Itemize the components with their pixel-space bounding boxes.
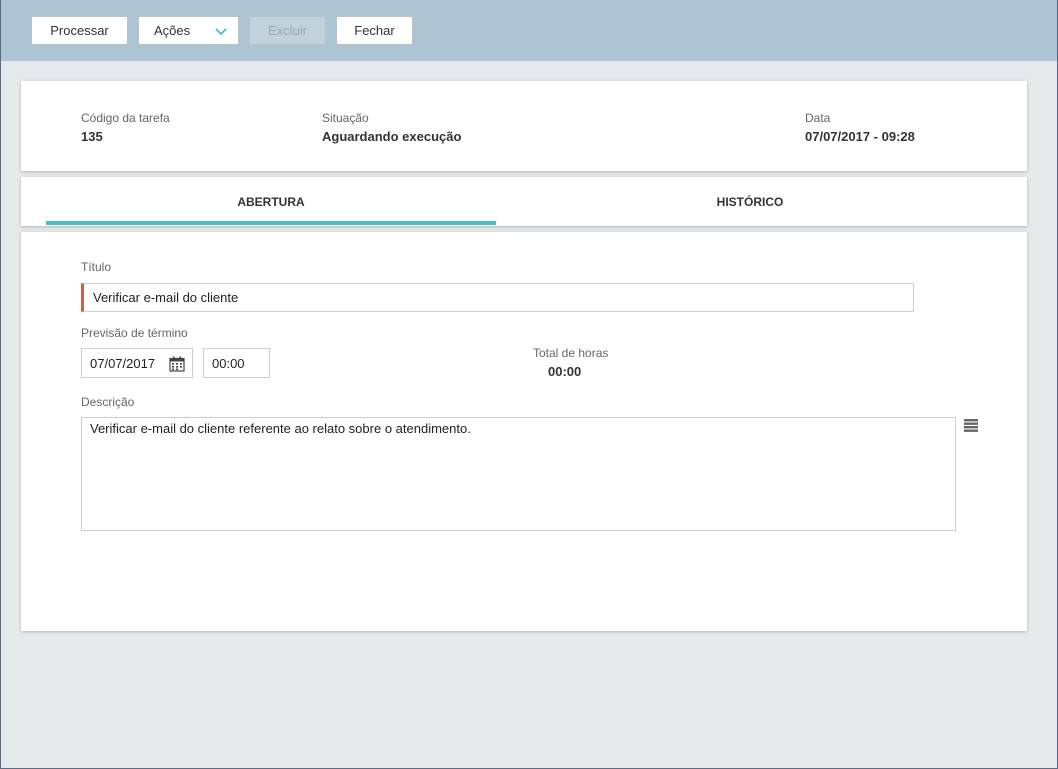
titulo-label: Título — [81, 260, 112, 274]
previsao-date-input[interactable]: 07/07/2017 — [81, 348, 193, 378]
chevron-down-icon — [215, 28, 227, 36]
total-horas-label: Total de horas — [533, 346, 609, 360]
hamburger-menu-icon[interactable] — [964, 419, 978, 432]
previsao-label: Previsão de término — [81, 326, 188, 340]
codigo-value: 135 — [81, 129, 103, 144]
titulo-input[interactable]: Verificar e-mail do cliente — [81, 283, 914, 312]
acoes-label: Ações — [154, 23, 191, 38]
total-horas-value: 00:00 — [548, 364, 582, 379]
descricao-textarea[interactable]: Verificar e-mail do cliente referente ao… — [81, 417, 956, 531]
data-value: 07/07/2017 - 09:28 — [805, 129, 915, 144]
tab-abertura[interactable]: ABERTURA — [46, 177, 496, 226]
task-info-card: Código da tarefa 135 Situação Aguardando… — [21, 81, 1027, 171]
fechar-button[interactable]: Fechar — [336, 16, 413, 45]
descricao-label: Descrição — [81, 395, 135, 409]
codigo-label: Código da tarefa — [81, 111, 170, 125]
calendar-icon[interactable] — [169, 356, 185, 372]
situacao-label: Situação — [322, 111, 369, 125]
active-tab-indicator — [46, 221, 496, 225]
tabs-bar: ABERTURA HISTÓRICO — [21, 177, 1027, 226]
previsao-time-input[interactable]: 00:00 — [203, 348, 270, 378]
data-label: Data — [805, 111, 831, 125]
processar-button[interactable]: Processar — [31, 16, 128, 45]
tab-historico[interactable]: HISTÓRICO — [525, 177, 975, 226]
previsao-date-value: 07/07/2017 — [90, 355, 156, 371]
excluir-button[interactable]: Excluir — [249, 16, 326, 45]
situacao-value: Aguardando execução — [322, 129, 462, 144]
abertura-form: Título Verificar e-mail do cliente Previ… — [21, 232, 1027, 631]
toolbar: Processar Ações Excluir Fechar — [0, 0, 1058, 61]
acoes-dropdown-button[interactable]: Ações — [138, 16, 239, 45]
